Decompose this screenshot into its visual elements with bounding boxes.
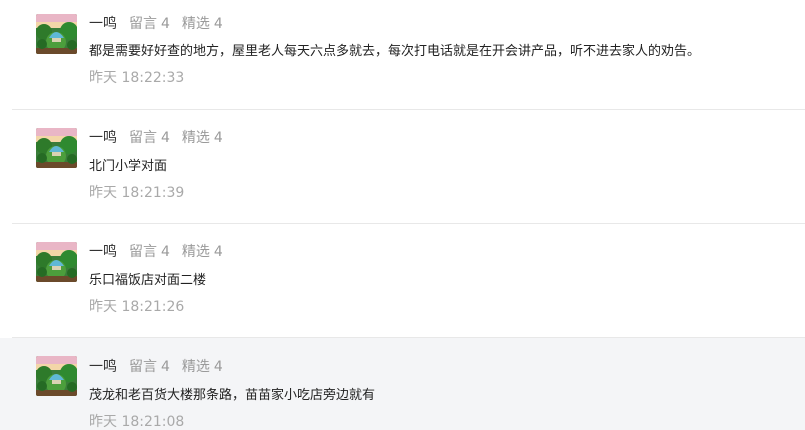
user-name[interactable]: 一鸣: [89, 130, 117, 146]
featured-label: 精选: [181, 16, 210, 32]
comment-content: 北门小学对面: [89, 159, 168, 174]
comments-stat: 留言 4: [129, 359, 170, 375]
featured-stat: 精选 4: [182, 16, 223, 32]
featured-count: 4: [213, 16, 223, 32]
comments-label: 留言: [129, 16, 157, 32]
avatar-image: [36, 128, 77, 168]
comments-count: 4: [161, 16, 170, 32]
comment-meta: 一鸣 留言 4 精选 4: [89, 128, 223, 148]
user-name[interactable]: 一鸣: [89, 16, 117, 32]
featured-label: 精选: [181, 359, 210, 375]
comments-stat: 留言 4: [129, 130, 170, 146]
avatar-image: [36, 242, 77, 282]
comment-time: 昨天 18:21:39: [89, 185, 185, 201]
comment-content: 茂龙和老百货大楼那条路，苗苗家小吃店旁边就有: [89, 388, 376, 403]
comment-meta: 一鸣 留言 4 精选 4: [89, 242, 223, 262]
comment-item: 一鸣 留言 4 精选 4 茂龙和老百货大楼那条路，苗苗家小吃店旁边就有 昨天 18:21…: [0, 338, 805, 430]
comment-item: 一鸣 留言 4 精选 4 乐口福饭店对面二楼 昨天 18:21:26: [0, 224, 805, 338]
comment-item: 一鸣 留言 4 精选 4 都是需要好好查的地方，屋里老人每天六点多就去，每次打电话就是在…: [0, 0, 805, 110]
avatar[interactable]: [36, 14, 77, 54]
comment-content: 乐口福饭店对面二楼: [89, 273, 207, 288]
comments-label: 留言: [129, 244, 157, 260]
featured-stat: 精选 4: [182, 244, 223, 260]
comment-meta: 一鸣 留言 4 精选 4: [89, 357, 223, 377]
comment-meta: 一鸣 留言 4 精选 4: [89, 14, 223, 34]
comment-time: 昨天 18:22:33: [89, 70, 185, 86]
avatar[interactable]: [36, 242, 77, 282]
comments-count: 4: [161, 244, 170, 260]
featured-stat: 精选 4: [182, 359, 223, 375]
avatar-image: [36, 356, 77, 396]
featured-label: 精选: [181, 130, 210, 146]
comments-stat: 留言 4: [129, 244, 170, 260]
comments-label: 留言: [129, 359, 157, 375]
comment-item: 一鸣 留言 4 精选 4 北门小学对面 昨天 18:21:39: [0, 110, 805, 224]
featured-stat: 精选 4: [182, 130, 223, 146]
featured-count: 4: [213, 130, 223, 146]
user-name[interactable]: 一鸣: [89, 359, 117, 375]
comment-list: 一鸣 留言 4 精选 4 都是需要好好查的地方，屋里老人每天六点多就去，每次打电话就是在…: [0, 0, 805, 430]
featured-count: 4: [213, 244, 223, 260]
comments-label: 留言: [129, 130, 157, 146]
avatar[interactable]: [36, 128, 77, 168]
avatar-image: [36, 14, 77, 54]
user-name[interactable]: 一鸣: [89, 244, 117, 260]
featured-label: 精选: [181, 244, 210, 260]
comment-content: 都是需要好好查的地方，屋里老人每天六点多就去，每次打电话就是在开会讲产品，听不进…: [89, 44, 701, 59]
comments-stat: 留言 4: [129, 16, 170, 32]
featured-count: 4: [213, 359, 223, 375]
comments-count: 4: [161, 359, 170, 375]
comments-count: 4: [161, 130, 170, 146]
comment-time: 昨天 18:21:26: [89, 299, 185, 315]
avatar[interactable]: [36, 356, 77, 396]
comment-time: 昨天 18:21:08: [89, 414, 185, 430]
